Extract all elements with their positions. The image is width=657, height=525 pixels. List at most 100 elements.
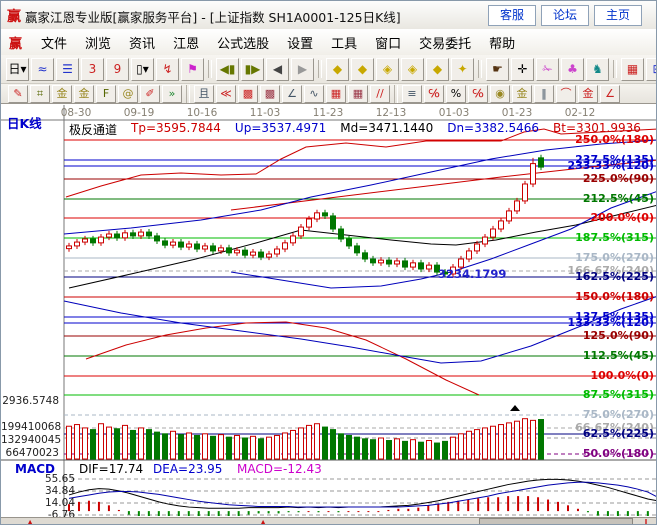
percent-red-icon[interactable]: ℅ — [468, 85, 488, 103]
flag-chart-icon[interactable]: ⚑ — [181, 58, 204, 81]
toolbar-separator — [478, 60, 482, 78]
date-tick-12-13: 12-13 — [376, 107, 407, 119]
kline-chart-canvas[interactable] — [1, 104, 657, 517]
toolbar-drawing: ✎⌗金金F@✐»且≪▩▩∠∿▦▦//≡℅%℅◉金‖⌒金∠ — [1, 84, 657, 104]
channel-up-value: Up=3537.4971 — [235, 121, 326, 138]
menu-item-9[interactable]: 帮助 — [480, 30, 524, 55]
channel-name-label: 极反通道 — [69, 121, 117, 138]
hand-icon[interactable]: ☛ — [486, 58, 509, 81]
gann-label: 233.33%(120) — [568, 159, 655, 172]
price-axis-value: 2936.5748 — [1, 395, 59, 407]
arch-icon[interactable]: ⌒ — [556, 85, 576, 103]
red-grid-icon[interactable]: ▦ — [326, 85, 346, 103]
wave-pattern-icon[interactable]: ≈ — [31, 58, 54, 81]
stamp-icon[interactable]: ♣ — [561, 58, 584, 81]
diamond-left-icon[interactable]: ◆ — [326, 58, 349, 81]
gann-label: 133.33%(120) — [568, 316, 655, 329]
macd-hist-value: MACD=-12.43 — [237, 462, 322, 476]
gann-label: 50.0%(180) — [583, 447, 654, 460]
spiral-icon[interactable]: @ — [118, 85, 138, 103]
menu-item-0[interactable]: 文件 — [32, 30, 76, 55]
percent-icon[interactable]: % — [446, 85, 466, 103]
menu-item-6[interactable]: 工具 — [322, 30, 366, 55]
nav-first-icon[interactable]: ◀▮ — [216, 58, 239, 81]
date-tick-01-23: 01-23 — [502, 107, 533, 119]
menu-item-2[interactable]: 资讯 — [120, 30, 164, 55]
gold-circle-icon[interactable]: ◉ — [490, 85, 510, 103]
measure-pen-icon[interactable]: ‖ — [534, 85, 554, 103]
menu-item-7[interactable]: 窗口 — [366, 30, 410, 55]
diamond-expand-icon[interactable]: ◈ — [376, 58, 399, 81]
list-icon[interactable]: ☰ — [56, 58, 79, 81]
angle-measure-icon[interactable]: ✁ — [536, 58, 559, 81]
gann-label: 100.0%(0) — [590, 369, 654, 382]
gann-gold-grid2-icon[interactable]: 金 — [74, 85, 94, 103]
gann-label: 125.0%(90) — [583, 329, 654, 342]
macd-axis-value-3: 14.04 — [1, 497, 75, 509]
grid-tool-icon[interactable]: ⌗ — [30, 85, 50, 103]
date-tick-02-12: 02-12 — [565, 107, 596, 119]
stamp2-icon[interactable]: ✐ — [140, 85, 160, 103]
gann-label: 250.0%(180) — [575, 133, 654, 146]
home-button[interactable]: 主页 — [594, 5, 642, 26]
scroll-marker-right: ‖ — [644, 518, 648, 525]
gann-label: 112.5%(45) — [583, 349, 654, 362]
scrollbar-thumb[interactable] — [479, 518, 633, 525]
date-tick-09-19: 09-19 — [124, 107, 155, 119]
pattern-box2-icon[interactable]: ▩ — [260, 85, 280, 103]
nav-next-icon[interactable]: ▶ — [291, 58, 314, 81]
toolbar-separator — [318, 60, 322, 78]
nav-last-icon[interactable]: ▮▶ — [241, 58, 264, 81]
channel-header: 极反通道 Tp=3595.7844 Up=3537.4971 Md=3471.1… — [69, 121, 654, 138]
menu-item-5[interactable]: 设置 — [278, 30, 322, 55]
menu-item-4[interactable]: 公式选股 — [208, 30, 278, 55]
angle-line-icon[interactable]: ∠ — [282, 85, 302, 103]
gold2-icon[interactable]: 金 — [578, 85, 598, 103]
diamond-grid-icon[interactable]: ◆ — [426, 58, 449, 81]
f-tool-icon[interactable]: F — [96, 85, 116, 103]
period-day-dropdown[interactable]: 日▾ — [6, 58, 29, 81]
gold-line-icon[interactable]: 金 — [512, 85, 532, 103]
zigzag-icon[interactable]: ↯ — [156, 58, 179, 81]
menu-bar: 赢 文件浏览资讯江恩公式选股设置工具窗口交易委托帮助 — [1, 29, 657, 56]
channel-md-value: Md=3471.1440 — [340, 121, 433, 138]
wave-tool-icon[interactable]: ∿ — [304, 85, 324, 103]
service-button[interactable]: 客服 — [488, 5, 536, 26]
scroll-marker-left: ▲ — [27, 518, 33, 525]
diamond-right-icon[interactable]: ◆ — [351, 58, 374, 81]
menu-item-3[interactable]: 江恩 — [164, 30, 208, 55]
gann-label: 62.5%(225) — [583, 427, 654, 440]
diamond-compress-icon[interactable]: ◈ — [401, 58, 424, 81]
chart-region[interactable]: 日K线 08-3009-1910-1611-0311-2312-1301-030… — [1, 104, 657, 517]
channel-tp-value: Tp=3595.7844 — [131, 121, 221, 138]
fan-lines-icon[interactable]: ≪ — [216, 85, 236, 103]
nav-prev-icon[interactable]: ◀ — [266, 58, 289, 81]
price-list-icon[interactable]: ≡ — [402, 85, 422, 103]
diamond-cross-icon[interactable]: ✦ — [451, 58, 474, 81]
red-grid2-icon[interactable]: ▦ — [348, 85, 368, 103]
expand-more-icon[interactable]: » — [162, 85, 182, 103]
menu-item-1[interactable]: 浏览 — [76, 30, 120, 55]
brush-icon[interactable]: ✎ — [8, 85, 28, 103]
volume-3-icon[interactable]: 3 — [81, 58, 104, 81]
cyan-pattern-icon[interactable]: ♞ — [586, 58, 609, 81]
gann-gold-grid-icon[interactable]: 金 — [52, 85, 72, 103]
crosshair-icon[interactable]: ✛ — [511, 58, 534, 81]
percent-line-icon[interactable]: ℅ — [424, 85, 444, 103]
volume-axis-value-2: 132940045 — [1, 434, 59, 446]
angle2-icon[interactable]: ∠ — [600, 85, 620, 103]
calculator-icon[interactable]: ⊞ — [646, 58, 657, 81]
menu-item-8[interactable]: 交易委托 — [410, 30, 480, 55]
toolbar-separator — [394, 85, 398, 103]
channel-dn-value: Dn=3382.5466 — [447, 121, 539, 138]
app-logo-icon: 赢 — [7, 6, 21, 26]
volume-9-icon[interactable]: 9 — [106, 58, 129, 81]
forum-button[interactable]: 论坛 — [541, 5, 589, 26]
pattern-box-icon[interactable]: ▩ — [238, 85, 258, 103]
volume-axis-value-1: 199410068 — [1, 421, 59, 433]
horizontal-scrollbar[interactable]: ▲ ▲ ‖ — [1, 517, 657, 525]
candle-type-dropdown[interactable]: ▯▾ — [131, 58, 154, 81]
calendar-icon[interactable]: ▦ — [621, 58, 644, 81]
diag-lines-icon[interactable]: // — [370, 85, 390, 103]
beam-tool-icon[interactable]: 且 — [194, 85, 214, 103]
